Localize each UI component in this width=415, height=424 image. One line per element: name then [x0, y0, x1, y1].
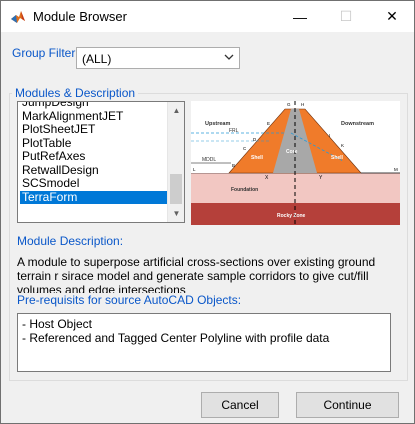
group-filter-dropdown[interactable]: (ALL) [76, 47, 240, 69]
list-scrollbar[interactable]: ▲ ▼ [167, 102, 184, 222]
window-title: Module Browser [33, 9, 127, 24]
cancel-button[interactable]: Cancel [201, 392, 279, 418]
title-bar: Module Browser — ☐ ✕ [1, 1, 414, 32]
m-point-label: M [394, 167, 398, 172]
continue-button[interactable]: Continue [296, 392, 399, 418]
group-filter-value: (ALL) [82, 52, 112, 66]
list-item[interactable]: RetwallDesign [20, 163, 168, 178]
upstream-label: Upstream [205, 121, 230, 127]
core-label: Core [286, 149, 298, 155]
i-point-label: I [329, 133, 330, 138]
group-filter-label: Group Filter [12, 46, 76, 60]
e-point-label: E [267, 121, 270, 126]
module-description-text: A module to superpose artificial cross-s… [17, 255, 376, 293]
prerequisites-textbox[interactable]: - Host Object - Referenced and Tagged Ce… [17, 313, 391, 372]
prerequisite-line: - Referenced and Tagged Center Polyline … [22, 331, 330, 345]
list-item[interactable]: SCSmodel [20, 177, 168, 191]
close-button[interactable]: ✕ [369, 1, 415, 32]
shell-right-label: Shell [331, 155, 344, 161]
list-item[interactable]: PlotTable [20, 136, 168, 151]
minimize-button[interactable]: — [277, 1, 323, 32]
modules-list: JumpDesign MarkAlignmentJET PlotSheetJET… [20, 102, 168, 204]
maximize-button[interactable]: ☐ [323, 1, 369, 32]
scroll-up-icon[interactable]: ▲ [168, 102, 184, 119]
list-item-selected[interactable]: TerraForm [20, 190, 168, 204]
modules-listbox[interactable]: JumpDesign MarkAlignmentJET PlotSheetJET… [17, 101, 185, 223]
g-point-label: G [287, 102, 291, 107]
foundation-label: Foundation [231, 187, 258, 193]
scroll-down-icon[interactable]: ▼ [168, 205, 184, 222]
list-item[interactable]: MarkAlignmentJET [20, 109, 168, 124]
prerequisite-line: - Host Object [22, 317, 93, 331]
h-point-label: H [301, 102, 304, 107]
mddl-label: MDDL [202, 157, 216, 163]
list-item[interactable]: PutRefAxes [20, 150, 168, 164]
module-description-label: Module Description: [17, 234, 124, 248]
rocky-zone-label: Rocky Zone [277, 213, 306, 219]
modules-legend: Modules & Description [12, 86, 139, 100]
scroll-thumb[interactable] [170, 174, 182, 204]
chevron-down-icon [224, 52, 234, 65]
k-point-label: K [341, 143, 344, 148]
dam-cross-section-diagram: Upstream Downstream FRL MDDL Shell Shell… [191, 101, 400, 225]
module-browser-window: Module Browser — ☐ ✕ Group Filter (ALL) … [0, 0, 415, 424]
shell-left-label: Shell [251, 155, 264, 161]
list-item[interactable]: PlotSheetJET [20, 123, 168, 137]
prerequisites-label: Pre-requisits for source AutoCAD Objects… [17, 293, 242, 307]
b-point-label: B [232, 163, 235, 168]
frl-label: FRL [229, 128, 239, 134]
matlab-icon [10, 9, 26, 25]
downstream-label: Downstream [341, 121, 374, 127]
